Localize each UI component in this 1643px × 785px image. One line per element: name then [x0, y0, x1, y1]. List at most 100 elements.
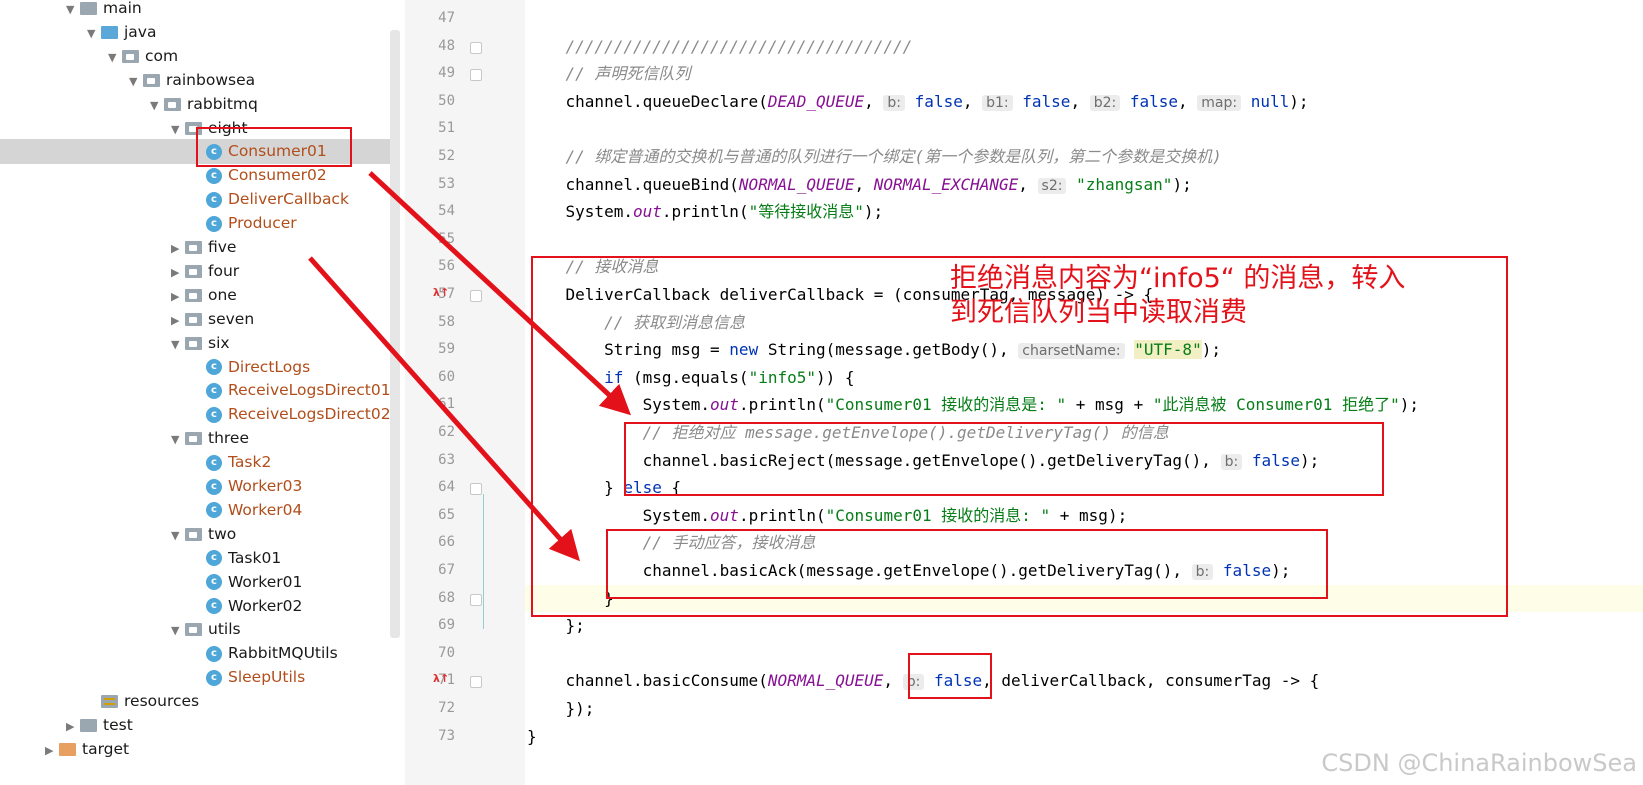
tree-item-seven[interactable]: ▶ seven — [171, 307, 254, 332]
chevron-right-icon[interactable]: ▶ — [171, 284, 185, 309]
tree-item-test[interactable]: ▶ test — [66, 713, 133, 738]
code-line[interactable] — [525, 115, 1643, 143]
tree-item-label: rainbowsea — [166, 70, 256, 89]
chevron-right-icon[interactable]: ▶ — [66, 714, 80, 739]
line-number: 51 — [438, 120, 455, 137]
chevron-down-icon[interactable]: ▼ — [108, 45, 122, 70]
tree-item-one[interactable]: ▶ one — [171, 283, 237, 308]
code-line[interactable]: channel.queueDeclare(DEAD_QUEUE, b: fals… — [525, 88, 1643, 116]
chevron-right-icon[interactable]: ▶ — [45, 738, 59, 763]
fold-marker-icon[interactable] — [470, 676, 482, 689]
tree-item-label: rabbitmq — [187, 94, 258, 113]
annotation-line-2: 到死信队列当中读取消费 — [950, 297, 1247, 328]
tree-item-com[interactable]: ▼ com — [108, 44, 178, 69]
tree-item-receivelogsdirect01[interactable]: c ReceiveLogsDirect01 — [206, 378, 391, 403]
fold-marker-icon[interactable] — [470, 69, 482, 82]
chevron-down-icon[interactable]: ▼ — [129, 69, 143, 94]
tree-item-task01[interactable]: c Task01 — [206, 546, 281, 571]
lambda-gutter-icon[interactable]: λ↑ — [433, 286, 449, 299]
java-class-icon: c — [206, 478, 222, 495]
tree-item-six[interactable]: ▼ six — [171, 331, 230, 356]
chevron-right-icon[interactable]: ▶ — [171, 260, 185, 285]
tree-item-utils[interactable]: ▼ utils — [171, 617, 241, 642]
lambda-gutter-icon[interactable]: λ↑ — [433, 672, 449, 685]
code-line[interactable]: //////////////////////////////////// — [525, 33, 1643, 61]
tree-item-label: six — [208, 333, 230, 352]
fold-marker-icon[interactable] — [470, 41, 482, 54]
line-number: 69 — [438, 617, 455, 634]
tree-item-worker01[interactable]: c Worker01 — [206, 570, 302, 595]
folder-icon — [185, 241, 202, 254]
folder-icon — [185, 432, 202, 446]
code-line[interactable]: channel.queueBind(NORMAL_QUEUE, NORMAL_E… — [525, 171, 1643, 199]
code-token: , — [962, 91, 983, 111]
tree-item-worker04[interactable]: c Worker04 — [206, 498, 302, 523]
tree-item-worker03[interactable]: c Worker03 — [206, 474, 302, 499]
code-token: }; — [527, 616, 585, 636]
fold-marker-icon[interactable] — [470, 593, 482, 606]
tree-item-target[interactable]: ▶ target — [45, 737, 129, 762]
tree-item-label: SleepUtils — [228, 668, 306, 687]
tree-item-five[interactable]: ▶ five — [171, 235, 236, 260]
code-line[interactable] — [525, 640, 1643, 668]
chevron-down-icon[interactable]: ▼ — [150, 93, 164, 118]
folder-icon — [80, 2, 97, 15]
tree-item-rainbowsea[interactable]: ▼ rainbowsea — [129, 68, 255, 93]
tree-item-rabbitmq[interactable]: ▼ rabbitmq — [150, 92, 258, 117]
java-class-icon: c — [206, 359, 222, 375]
tree-item-delivercallback[interactable]: c DeliverCallback — [206, 187, 349, 212]
tree-item-receivelogsdirect02[interactable]: c ReceiveLogsDirect02 — [206, 402, 391, 427]
tree-item-directlogs[interactable]: c DirectLogs — [206, 355, 310, 380]
code-line[interactable] — [525, 5, 1643, 33]
code-token: , — [854, 174, 874, 194]
tree-item-rabbitmqutils[interactable]: c RabbitMQUtils — [206, 641, 338, 666]
param-hint: map: — [1197, 94, 1242, 111]
tree-item-java[interactable]: ▼ java — [87, 20, 156, 45]
java-class-icon: c — [206, 502, 222, 519]
java-class-icon: c — [206, 669, 222, 686]
tree-item-task2[interactable]: c Task2 — [206, 450, 271, 475]
tree-item-main[interactable]: ▼ main — [66, 0, 142, 21]
tree-item-producer[interactable]: c Producer — [206, 211, 297, 236]
tree-item-label: one — [208, 285, 237, 304]
line-number: 63 — [438, 451, 455, 468]
chevron-down-icon[interactable]: ▼ — [171, 523, 185, 548]
line-number: 47 — [438, 10, 455, 26]
code-line[interactable]: }); — [525, 695, 1643, 723]
tree-item-four[interactable]: ▶ four — [171, 259, 239, 284]
fold-marker-icon[interactable] — [470, 483, 482, 496]
code-token: }); — [527, 699, 595, 718]
tree-item-worker02[interactable]: c Worker02 — [206, 594, 302, 619]
chevron-down-icon[interactable]: ▼ — [87, 21, 101, 46]
tree-scrollbar[interactable] — [390, 30, 400, 638]
tree-item-resources[interactable]: resources — [87, 689, 199, 714]
chevron-down-icon[interactable]: ▼ — [66, 0, 80, 22]
code-line[interactable]: // 绑定普通的交换机与普通的队列进行一个绑定(第一个参数是队列，第二个参数是交… — [525, 143, 1643, 171]
tree-item-two[interactable]: ▼ two — [171, 522, 236, 547]
tree-item-three[interactable]: ▼ three — [171, 426, 249, 451]
tree-item-consumer02[interactable]: c Consumer02 — [206, 163, 327, 188]
code-line[interactable]: System.out.println("等待接收消息"); — [525, 198, 1643, 226]
chevron-down-icon[interactable]: ▼ — [171, 332, 185, 357]
folder-icon — [185, 264, 202, 278]
chevron-down-icon[interactable]: ▼ — [171, 618, 185, 643]
line-number: 59 — [438, 341, 455, 358]
chevron-right-icon[interactable]: ▶ — [171, 236, 185, 261]
code-line[interactable]: channel.basicConsume(NORMAL_QUEUE, b: fa… — [525, 667, 1643, 695]
tree-item-sleeputils[interactable]: c SleepUtils — [206, 665, 305, 690]
chevron-down-icon[interactable]: ▼ — [171, 117, 185, 142]
code-token: false — [1022, 91, 1071, 111]
tree-item-label: Worker01 — [228, 572, 303, 591]
code-line[interactable] — [525, 226, 1643, 254]
chevron-right-icon[interactable]: ▶ — [171, 308, 185, 333]
line-number: 58 — [438, 313, 455, 330]
code-line[interactable]: // 声明死信队列 — [525, 60, 1643, 88]
chevron-down-icon[interactable]: ▼ — [171, 427, 185, 452]
code-line[interactable]: } — [525, 723, 1643, 751]
tree-item-label: ReceiveLogsDirect02 — [228, 405, 391, 424]
fold-marker-icon[interactable] — [470, 290, 482, 302]
folder-icon — [122, 49, 139, 63]
tree-item-label: utils — [208, 620, 241, 639]
